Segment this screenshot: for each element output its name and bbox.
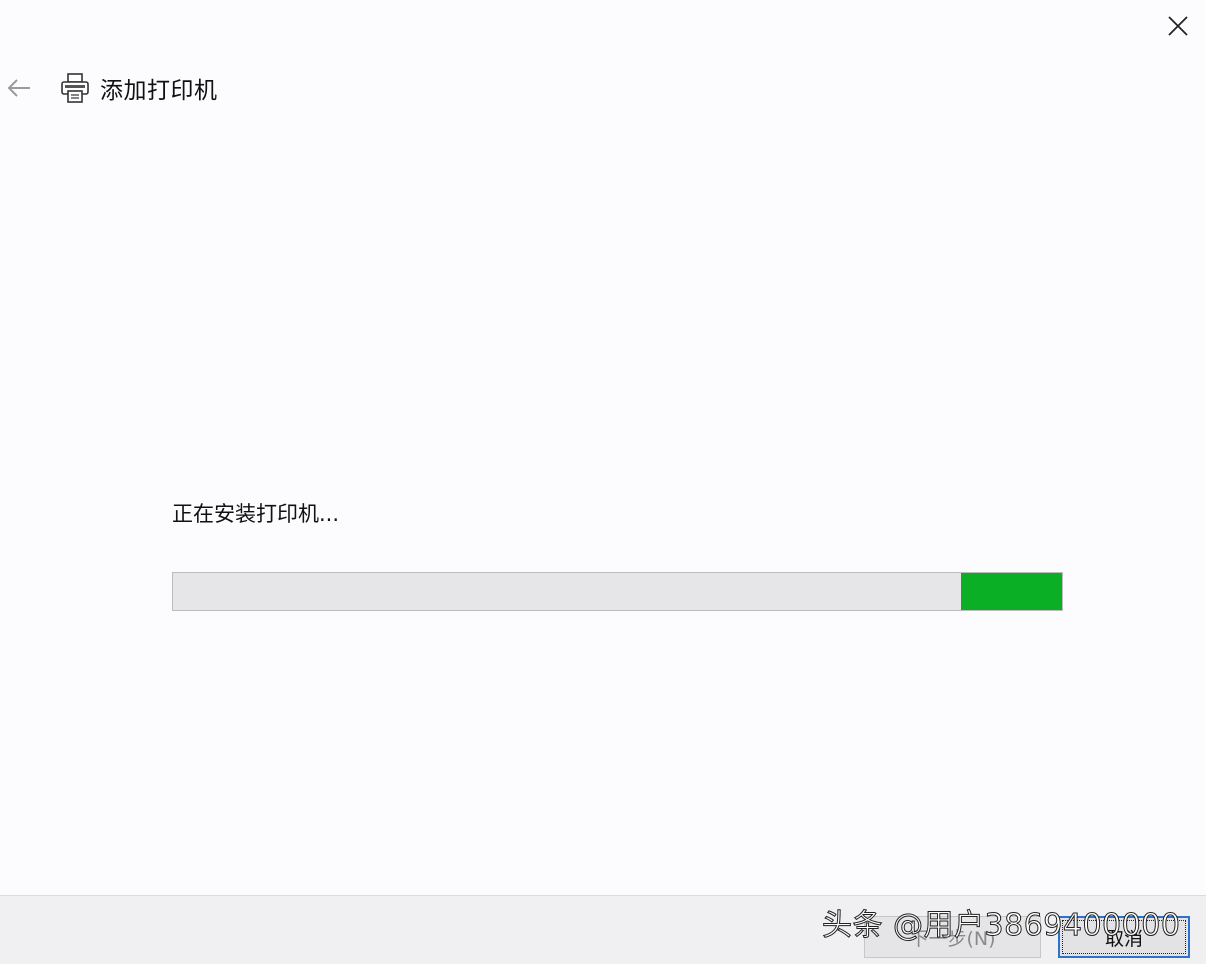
install-status-text: 正在安装打印机... [172,502,340,526]
printer-icon [58,71,92,105]
close-button[interactable] [1158,8,1198,44]
wizard-header: 添加打印机 [58,68,218,108]
install-progress-bar [172,572,1063,611]
wizard-title: 添加打印机 [100,78,218,104]
add-printer-window: 添加打印机 正在安装打印机... 下一步(N) 取消 头条 @用户3869400… [0,0,1206,964]
next-button[interactable]: 下一步(N) [864,916,1041,958]
close-icon [1168,16,1188,36]
cancel-button[interactable]: 取消 [1058,916,1190,958]
progress-bar-fill [960,573,1062,610]
wizard-footer: 下一步(N) 取消 [0,895,1206,964]
back-arrow-icon [7,79,30,97]
focus-rectangle [1062,920,1186,954]
back-button[interactable] [2,70,36,106]
